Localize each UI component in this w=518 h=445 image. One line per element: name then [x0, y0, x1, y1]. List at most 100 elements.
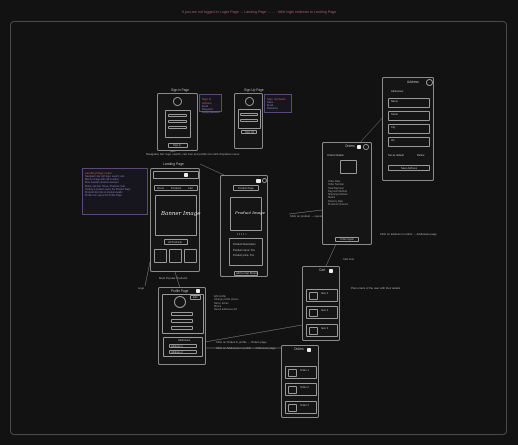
address-field-label: City [391, 126, 396, 129]
orders-detail: Products Ordered [328, 203, 348, 207]
landing-tab[interactable]: Home [157, 187, 164, 190]
profile-header-icon[interactable] [196, 289, 200, 293]
addresses-profile-icon[interactable] [426, 79, 433, 86]
signin-note-title: Sign In options [202, 97, 212, 105]
popular-product-3[interactable] [184, 249, 197, 263]
history-item-label: Order 2 [300, 386, 309, 389]
address-field-label: Name [391, 100, 398, 103]
profile-edit-label: Edit [193, 296, 198, 299]
profile-field-2[interactable] [171, 319, 193, 323]
profile-side-item: Saved addresses list [214, 308, 238, 312]
signin-avatar [173, 97, 182, 106]
cart-item-thumb [309, 327, 318, 335]
history-item[interactable]: Order 3 [285, 401, 317, 414]
address-field[interactable]: Name [388, 98, 430, 108]
landing-top-annotation: Navigation bar: logo, search, cart icon … [146, 152, 240, 156]
signin-field-2[interactable] [168, 120, 187, 123]
orders-link-annotation: Click on address in orders → Addresses p… [380, 232, 437, 236]
landing-tab[interactable]: Cart [188, 187, 193, 190]
all-products-button[interactable]: All Products [164, 239, 188, 245]
landing-navbar [153, 171, 199, 179]
profile-icon[interactable] [184, 173, 188, 177]
product-image: Product Image [230, 197, 265, 231]
signin-title: Sign in Page [171, 88, 190, 92]
orders-cart-icon[interactable] [357, 145, 361, 149]
history-side-annotation: Past orders of the user with their detai… [351, 286, 401, 290]
history-item[interactable]: Order 2 [285, 383, 317, 396]
signup-note-line: Password [267, 107, 278, 111]
history-item-label: Order 3 [300, 404, 309, 407]
profile-frame: Profile Page Edit Addresses Address 1 Ad… [158, 287, 206, 365]
cart-item-thumb [309, 292, 318, 300]
add-to-cart-button[interactable]: Add to Cart Button [234, 271, 258, 276]
history-header-icon[interactable] [307, 348, 311, 352]
orders-details: Order Date Order Number Total Payment Pa… [328, 180, 348, 206]
product-profile-icon[interactable] [262, 178, 267, 183]
addresses-frame: Address Addresses Name Street City Zip S… [382, 77, 434, 181]
cart-side-annotation: Cart icon [343, 257, 355, 261]
order-again-label: Order Again [340, 238, 354, 241]
signup-title: Sign Up Page [244, 88, 264, 92]
product-cart-icon[interactable] [256, 179, 261, 183]
signup-button[interactable]: Sign Up [241, 130, 257, 134]
history-item-thumb [288, 369, 297, 377]
cart-item-label: Item 1 [321, 292, 329, 295]
order-again-button[interactable]: Order Again [335, 237, 359, 242]
address-field[interactable]: Street [388, 111, 430, 121]
profile-address-row[interactable]: Address 2 [169, 350, 197, 354]
signin-note-line: Forgot password [202, 111, 220, 115]
cart-item[interactable]: Item 1 [306, 289, 338, 302]
carousel-dots[interactable]: • • • • ○ [237, 232, 247, 236]
profile-address-section: Addresses Address 1 Address 2 [163, 337, 203, 357]
orders-frame: Orders Orders Details Order Date Order N… [322, 142, 372, 245]
profile-field-3[interactable] [171, 326, 193, 330]
history-item[interactable]: Order 1 [285, 366, 317, 379]
profile-title: Profile Page [171, 289, 189, 293]
cart-header-icon[interactable] [329, 269, 333, 273]
profile-address-label: Address 2 [171, 351, 183, 354]
signin-button[interactable]: Sign In [168, 143, 188, 148]
landing-tab[interactable]: Products [171, 187, 181, 190]
profile-link-annotation-2: Click on Addresses in profile → Addresse… [216, 346, 276, 350]
orders-subtitle: Orders Details [327, 154, 344, 157]
profile-photo[interactable] [174, 296, 186, 308]
profile-edit-button[interactable]: Edit [190, 295, 201, 300]
save-address-button[interactable]: Save Address [388, 165, 430, 171]
address-field-label: Street [391, 113, 398, 116]
product-description: Product Description Product name: Xxx Pr… [229, 238, 263, 266]
product-frame: Product Page Product Image • • • • ○ Pro… [220, 175, 268, 277]
cart-item-label: Item 3 [321, 327, 329, 330]
cart-item[interactable]: Item 3 [306, 324, 338, 337]
popular-product-2[interactable] [169, 249, 182, 263]
landing-title: Landing Page [163, 162, 184, 166]
landing-tab-row: Home Products Cart [154, 185, 198, 191]
orders-profile-icon[interactable] [363, 144, 369, 150]
address-field[interactable]: City [388, 124, 430, 134]
cart-item-thumb [309, 309, 318, 317]
signup-field-2[interactable] [240, 119, 258, 122]
addresses-subtitle: Addresses [391, 90, 404, 93]
top-note: If you are not logged in: Login Page → L… [181, 10, 337, 14]
signin-field-1[interactable] [168, 114, 187, 117]
landing-note: Landing Page notes Navigation bar with l… [82, 168, 148, 215]
profile-link-annotation-1: Click on Orders in profile → Orders page [216, 340, 267, 344]
signup-field-1[interactable] [240, 113, 258, 116]
popular-product-1[interactable] [154, 249, 167, 263]
cart-item[interactable]: Item 2 [306, 306, 338, 319]
all-products-label: All Products [168, 241, 182, 244]
left-label: Logo [138, 286, 145, 290]
address-field[interactable]: Zip [388, 137, 430, 147]
profile-field-1[interactable] [171, 312, 193, 316]
add-to-cart-label: Add to Cart Button [236, 272, 258, 275]
product-desc-line: Product Description [233, 243, 256, 246]
address-check[interactable]: Set as default [388, 154, 404, 157]
signin-field-3[interactable] [168, 126, 187, 129]
orders-title: Orders [345, 144, 355, 148]
profile-address-label: Address 1 [171, 345, 183, 348]
landing-banner: Banner Image [155, 195, 200, 236]
profile-address-row[interactable]: Address 1 [169, 344, 197, 348]
history-title: Orders [294, 347, 304, 351]
signup-button-label: Sign Up [245, 131, 255, 134]
address-check[interactable]: Delete [417, 154, 425, 157]
signup-frame: Sign Up Page Sign Up [234, 88, 264, 149]
